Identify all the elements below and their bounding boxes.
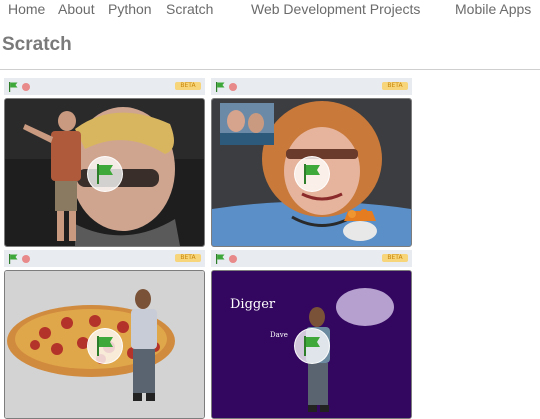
play-button[interactable] <box>87 328 123 364</box>
player-controls: BETA <box>4 78 205 95</box>
scratch-player-2: BETA <box>211 78 412 247</box>
green-flag-icon[interactable] <box>215 254 225 264</box>
title-divider <box>0 69 540 70</box>
project-stage-1[interactable] <box>4 98 205 247</box>
stop-icon[interactable] <box>229 255 237 263</box>
player-controls: BETA <box>211 78 412 95</box>
stop-icon[interactable] <box>22 83 30 91</box>
scratch-player-4: BETA Digger Dave <box>211 250 412 419</box>
green-flag-icon[interactable] <box>215 82 225 92</box>
green-flag-icon <box>97 164 113 184</box>
nav-web-development-link[interactable]: Web Development Projects <box>251 1 420 17</box>
play-button[interactable] <box>87 156 123 192</box>
page-title: Scratch <box>2 34 72 55</box>
play-button[interactable] <box>294 328 330 364</box>
nav-about-link[interactable]: About <box>58 1 95 17</box>
stage-caption-dave: Dave <box>270 331 288 339</box>
scratch-player-3: BETA <box>4 250 205 419</box>
stop-icon[interactable] <box>229 83 237 91</box>
nav-mobile-apps-link[interactable]: Mobile Apps <box>455 1 531 17</box>
project-stage-4[interactable]: Digger Dave <box>211 270 412 419</box>
player-controls: BETA <box>4 250 205 267</box>
green-flag-icon <box>304 336 320 356</box>
stop-icon[interactable] <box>22 255 30 263</box>
green-flag-icon[interactable] <box>8 254 18 264</box>
project-stage-3[interactable] <box>4 270 205 419</box>
scratch-player-1: BETA <box>4 78 205 247</box>
nav-home-link[interactable]: Home <box>8 1 45 17</box>
player-controls: BETA <box>211 250 412 267</box>
beta-badge: BETA <box>382 254 408 262</box>
top-nav: Home About Python Scratch Web Developmen… <box>0 0 540 18</box>
beta-badge: BETA <box>382 82 408 90</box>
green-flag-icon <box>97 336 113 356</box>
nav-scratch-link[interactable]: Scratch <box>166 1 213 17</box>
play-button[interactable] <box>294 156 330 192</box>
nav-python-link[interactable]: Python <box>108 1 152 17</box>
beta-badge: BETA <box>175 82 201 90</box>
project-stage-2[interactable] <box>211 98 412 247</box>
beta-badge: BETA <box>175 254 201 262</box>
stage-title-digger: Digger <box>230 297 276 312</box>
green-flag-icon <box>304 164 320 184</box>
green-flag-icon[interactable] <box>8 82 18 92</box>
